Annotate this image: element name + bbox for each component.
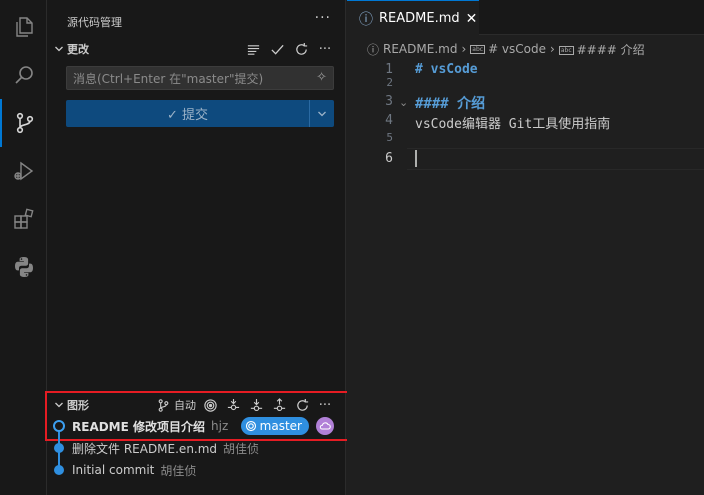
chevron-right-icon: › [550,42,555,56]
extensions-icon[interactable] [0,195,47,243]
search-icon[interactable] [0,51,47,99]
branch-name: master [259,419,302,433]
breadcrumb-symbol[interactable]: abc # vsCode [470,42,546,56]
commit-message-placeholder: 消息(Ctrl+Enter 在"master"提交) [73,72,264,86]
graph-commit-row[interactable]: 删除文件 README.en.md 胡佳侦 [49,437,341,459]
string-symbol-icon: abc [558,45,574,55]
commit-dropdown-icon[interactable] [309,100,334,127]
commit-button[interactable]: ✓ 提交 [66,100,334,127]
refresh-icon[interactable] [292,40,310,58]
line-number: 4 [385,113,393,128]
chevron-right-icon: › [461,42,467,56]
source-control-icon[interactable] [0,99,47,147]
code-line[interactable]: vsCode编辑器 Git工具使用指南 [415,113,610,132]
explorer-icon[interactable] [0,3,47,51]
code-line[interactable]: #### 介绍 [415,93,485,113]
breadcrumb-file[interactable]: README.md [383,42,457,56]
branch-badge[interactable]: master [240,417,309,435]
python-icon[interactable] [0,243,47,291]
changes-section-label: 更改 [67,43,89,56]
head-commit-node [53,420,65,432]
tab-bar: ⓘ README.md ✕ [347,0,704,36]
string-symbol-icon: abc [470,45,486,54]
graph-commit-row[interactable]: README 修改项目介绍 hjz master [49,415,341,437]
breadcrumb-symbol-label: #### 介绍 [576,42,645,57]
view-as-list-icon[interactable] [244,40,262,58]
commit-author: 胡佳侦 [160,463,197,478]
line-number: 5 [386,131,393,144]
close-icon[interactable]: ✕ [466,11,478,27]
commit-message: Initial commit [72,463,155,477]
text-cursor [415,150,417,167]
fold-chevron-icon[interactable]: ⌄ [399,96,408,109]
commit-button-label: ✓ 提交 [166,108,209,123]
breadcrumb-symbol[interactable]: abc #### 介绍 [558,41,645,58]
tab-label: README.md [379,11,460,26]
sidebar-more-icon[interactable]: ··· [315,10,331,26]
current-line-highlight [407,148,704,170]
line-number: 6 [385,151,393,166]
run-debug-icon[interactable] [0,147,47,195]
commit-check-icon[interactable] [268,40,286,58]
changes-section-header[interactable]: 更改 ··· [51,38,342,60]
line-number: 2 [386,76,393,89]
target-icon [245,420,256,432]
changes-more-icon[interactable]: ··· [316,40,334,58]
cloud-icon[interactable] [316,417,334,435]
commit-message: 删除文件 README.en.md [72,441,218,456]
info-icon: ⓘ [367,42,380,57]
breadcrumb: ⓘ README.md › abc # vsCode › abc #### 介绍 [367,40,645,58]
tab-readme[interactable]: ⓘ README.md ✕ [347,0,479,36]
line-number: 3 [385,94,393,109]
breadcrumb-symbol-label: # vsCode [488,42,547,56]
commit-node [54,465,64,475]
sparkle-icon[interactable]: ✧ [316,70,327,85]
commit-message-input[interactable]: 消息(Ctrl+Enter 在"master"提交) ✧ [66,66,334,90]
commit-author: 胡佳侦 [223,441,260,456]
graph-commit-row[interactable]: Initial commit 胡佳侦 [49,459,341,481]
info-icon: ⓘ [359,11,373,28]
sidebar-title: 源代码管理 [67,16,122,29]
commit-author: hjz [211,419,229,433]
commit-node [54,443,64,453]
activity-bar [0,0,47,495]
line-number: 1 [385,62,393,77]
editor-area: ⓘ README.md ✕ ⓘ README.md › abc # vsCode … [347,0,704,495]
chevron-down-icon [51,44,67,54]
commit-message: README 修改项目介绍 [72,419,206,434]
code-line[interactable]: # vsCode [415,62,478,77]
